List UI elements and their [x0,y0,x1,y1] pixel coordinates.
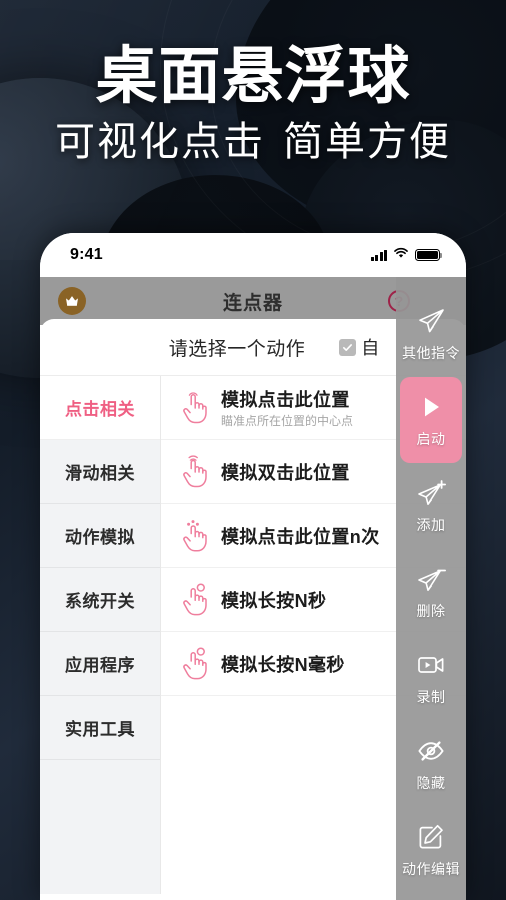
play-icon [414,392,448,422]
list-item-subtitle: 瞄准点所在位置的中心点 [221,413,354,428]
list-item-title: 模拟双击此位置 [221,462,350,483]
list-item-text: 模拟长按N毫秒 [221,651,345,677]
subtitle-part-2: 简单方便 [283,119,451,164]
list-item-title: 模拟点击此位置n次 [221,526,380,547]
sidebar-item-label: 滑动相关 [65,464,135,483]
tap-hand-icon [177,391,207,425]
sidebar-item-label: 实用工具 [65,720,135,739]
float-item-label: 添加 [416,516,446,533]
double-tap-hand-icon [177,454,207,489]
sidebar-item-apps[interactable]: 应用程序 [40,632,160,696]
list-item-text: 模拟长按N秒 [221,587,326,613]
float-item-add[interactable]: 添加 [400,463,462,549]
status-bar: 9:41 [40,233,466,277]
auto-checkbox-label: 自 [361,338,380,358]
long-press-hand-icon [177,582,207,617]
poster-headline: 桌面悬浮球 可视化点击 简单方便 [0,44,506,165]
sidebar-item-tools[interactable]: 实用工具 [40,696,160,760]
sidebar-item-label: 应用程序 [65,656,135,675]
auto-option[interactable]: 自 [339,334,379,360]
sidebar-item-label: 点击相关 [65,400,135,419]
video-record-icon [414,650,448,680]
page-title: 桌面悬浮球 [95,42,411,111]
float-item-hide[interactable]: 隐藏 [400,721,462,807]
battery-icon [415,249,443,261]
list-item-text: 模拟双击此位置 [221,459,350,485]
float-item-record[interactable]: 录制 [400,635,462,721]
float-item-label: 其他指令 [402,344,460,361]
action-picker-prompt: 请选择一个动作 [168,338,306,360]
paper-plane-plus-icon [414,478,448,508]
page-subtitle: 可视化点击 简单方便 [0,120,506,165]
float-item-label: 删除 [416,602,446,619]
float-item-action-edit[interactable]: 动作编辑 [400,807,462,893]
sidebar-item-gesture[interactable]: 动作模拟 [40,504,160,568]
signal-bars-icon [370,249,387,261]
list-item-title: 模拟长按N毫秒 [221,654,345,675]
phone-mockup: 9:41 连点器 ? 请选择一个动作 [40,233,466,900]
float-item-other-commands[interactable]: 其他指令 [400,291,462,377]
multi-tap-hand-icon [177,519,207,553]
list-item-title: 模拟长按N秒 [221,590,327,611]
status-bar-icons [370,246,443,264]
float-item-delete[interactable]: 删除 [400,549,462,635]
sidebar-item-label: 系统开关 [65,592,135,611]
auto-checkbox[interactable] [339,338,357,356]
eye-slash-icon [414,736,448,766]
category-sidebar: 点击相关 滑动相关 动作模拟 系统开关 应用程序 实用工具 [40,376,161,894]
wifi-icon [393,246,409,264]
sidebar-item-system[interactable]: 系统开关 [40,568,160,632]
long-press-hand-icon [177,646,207,681]
float-item-label: 隐藏 [416,774,446,791]
float-item-label: 动作编辑 [402,860,460,877]
float-item-start[interactable]: 启动 [400,377,462,463]
paper-plane-icon [414,306,448,336]
sidebar-item-click[interactable]: 点击相关 [40,376,160,440]
sidebar-item-swipe[interactable]: 滑动相关 [40,440,160,504]
float-item-label: 启动 [416,430,446,447]
status-bar-clock: 9:41 [70,246,103,263]
list-item-text: 模拟点击此位置n次 [221,523,380,549]
subtitle-part-1: 可视化点击 [55,119,265,164]
sidebar-item-label: 动作模拟 [65,528,135,547]
float-item-label: 录制 [416,688,446,705]
edit-pencil-icon [414,822,448,852]
paper-plane-minus-icon [414,564,448,594]
crown-icon[interactable] [58,287,86,315]
floating-ball-panel: 其他指令 启动 添加 删除 录制 隐藏 动作编辑 [396,277,466,900]
list-item-title: 模拟点击此位置 [221,389,350,410]
